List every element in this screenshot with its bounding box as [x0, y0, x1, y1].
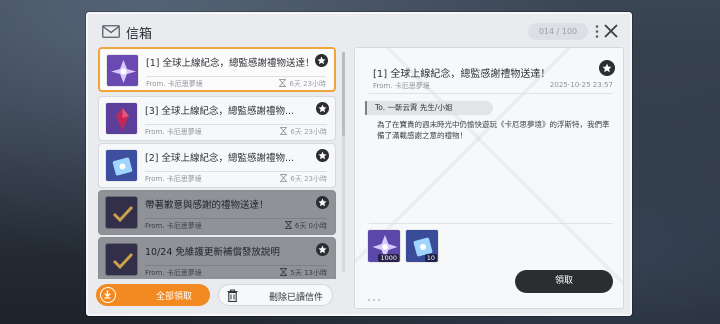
mail-item[interactable]: [3] 全球上線紀念，總監感謝禮物... From. 卡厄思夢境 6天 23小時: [98, 96, 336, 141]
divider: [145, 171, 327, 172]
divider: [369, 93, 613, 94]
mail-body-text: 為了在寶貴的週末時光中仍愉快遊玩《卡厄思夢境》的浮斯特，我們準備了滿載感謝之意的…: [377, 120, 610, 140]
hourglass-icon: [279, 79, 287, 87]
star-icon: [316, 196, 329, 209]
mail-expiry-text: 6天 23小時: [289, 80, 326, 88]
claim-all-label: 全部領取: [156, 292, 193, 302]
close-icon[interactable]: [604, 24, 618, 38]
mail-sender: From. 卡厄思夢境: [145, 128, 202, 136]
star-icon: [315, 54, 328, 67]
checkmark-icon: [105, 243, 138, 276]
mail-icon: [102, 25, 120, 38]
mail-sender: From. 卡厄思夢境: [145, 175, 202, 183]
mail-count-badge: 014 / 100: [528, 23, 588, 40]
recipient-bar: To. 一斬云霄 先生/小姐: [365, 101, 493, 115]
mail-expiry-text: 5天 13小時: [290, 269, 327, 277]
claim-all-button[interactable]: 全部領取: [96, 284, 210, 306]
divider: [145, 265, 327, 266]
mail-item[interactable]: 10/24 免維護更新補償發放說明 From. 卡厄思夢境 5天 13小時: [98, 237, 336, 279]
divider: [145, 218, 327, 219]
mail-title: 帶著歉意與感謝的禮物送達！: [145, 200, 269, 211]
decorative-dots: [367, 298, 381, 302]
mail-expiry: 6天 23小時: [280, 174, 327, 184]
mail-title: [3] 全球上線紀念，總監感謝禮物...: [145, 106, 295, 117]
mail-sender: From. 卡厄思夢境: [145, 269, 202, 277]
mail-list-scroll-thumb[interactable]: [342, 52, 345, 136]
hourglass-icon: [284, 221, 292, 229]
hourglass-icon: [280, 174, 288, 182]
mailbox-window: 信箱 014 / 100 [1] 全球上線紀念，總監感謝禮物送達！ From. …: [86, 12, 632, 316]
reward-item[interactable]: 10: [405, 229, 439, 263]
mail-item[interactable]: 帶著歉意與感謝的禮物送達！ From. 卡厄思夢境 6天 0小時: [98, 190, 336, 235]
star-icon: [599, 60, 615, 76]
mail-sender: From. 卡厄思夢境: [145, 222, 202, 230]
reward-quantity: 1000: [378, 254, 399, 262]
delete-read-button[interactable]: 刪除已讀信件: [218, 284, 333, 306]
mail-item[interactable]: [1] 全球上線紀念，總監感謝禮物送達！ From. 卡厄思夢境 6天 23小時: [98, 47, 336, 92]
hourglass-icon: [280, 127, 288, 135]
mailbox-header: 信箱 014 / 100: [88, 14, 630, 48]
mail-expiry: 6天 23小時: [279, 79, 326, 89]
detail-sender: From. 卡厄思夢境: [373, 82, 430, 90]
mail-title: 10/24 免維護更新補償發放說明: [145, 247, 280, 258]
page-title: 信箱: [126, 27, 153, 42]
mail-expiry: 5天 13小時: [280, 268, 327, 278]
hourglass-icon: [280, 268, 288, 276]
mail-expiry-text: 6天 0小時: [294, 222, 327, 230]
crystal-item-icon: [106, 54, 139, 87]
trash-icon: [227, 289, 238, 302]
mail-title: [1] 全球上線紀念，總監感謝禮物送達！: [146, 58, 315, 69]
delete-read-label: 刪除已讀信件: [269, 293, 324, 303]
mail-expiry-text: 6天 23小時: [290, 128, 327, 136]
reward-item[interactable]: 1000: [367, 229, 401, 263]
claim-button[interactable]: 領取: [515, 270, 613, 293]
star-icon: [316, 243, 329, 256]
mail-detail-panel: [1] 全球上線紀念，總監感謝禮物送達！ From. 卡厄思夢境 2025-10…: [354, 47, 624, 309]
star-icon: [316, 102, 329, 115]
mail-expiry: 6天 23小時: [280, 127, 327, 137]
mail-item[interactable]: [2] 全球上線紀念，總監感謝禮物... From. 卡厄思夢境 6天 23小時: [98, 143, 336, 188]
download-icon: [100, 287, 116, 303]
detail-date: 2025-10-25 23:57: [549, 81, 613, 89]
more-options-icon[interactable]: [594, 24, 600, 39]
divider: [145, 124, 327, 125]
ticket-item-icon: [105, 149, 138, 182]
divider: [146, 76, 326, 77]
star-icon: [316, 149, 329, 162]
mail-expiry-text: 6天 23小時: [290, 175, 327, 183]
gem-item-icon: [105, 102, 138, 135]
checkmark-icon: [105, 196, 138, 229]
mail-list: [1] 全球上線紀念，總監感謝禮物送達！ From. 卡厄思夢境 6天 23小時…: [98, 47, 336, 279]
reward-quantity: 10: [424, 254, 437, 262]
divider: [369, 223, 613, 224]
detail-title: [1] 全球上線紀念，總監感謝禮物送達！: [373, 69, 551, 80]
mail-title: [2] 全球上線紀念，總監感謝禮物...: [145, 153, 295, 164]
mail-expiry: 6天 0小時: [284, 221, 327, 231]
mail-sender: From. 卡厄思夢境: [146, 80, 203, 88]
